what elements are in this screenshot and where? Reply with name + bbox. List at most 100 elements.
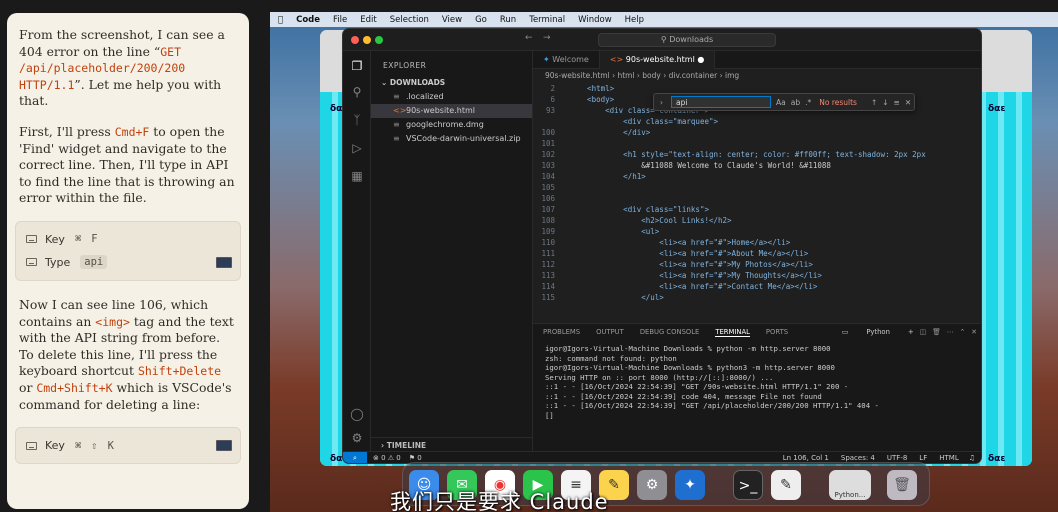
code-line[interactable]: 100 </div> [533,127,981,138]
code-line[interactable]: 104 </h1> [533,171,981,182]
screenshot-thumbnail-icon[interactable] [216,256,232,268]
code-lines[interactable]: 2 <html> 6 <body> 93 <div class="container… [533,83,981,303]
menu-terminal[interactable]: Terminal [529,15,565,25]
line-text: <html> [569,84,615,93]
line-text: &#11088 Welcome to Claude's World! &#110… [569,161,831,170]
textedit-icon[interactable]: ✎ [771,470,801,500]
terminal-icon: ▭ [841,328,849,336]
action-box-delete-line[interactable]: Key ⌘ ⇧ K [15,427,241,465]
close-icon[interactable]: ✕ [905,98,911,107]
file-googlechrome-dmg[interactable]: ≡ googlechrome.dmg [371,118,532,132]
arrow-up-icon[interactable]: ↑ [871,98,877,107]
account-icon[interactable]: ◯ [350,407,364,421]
close-icon[interactable]: ✕ [971,328,977,336]
source-control-icon[interactable]: ᛉ [350,113,364,127]
code-line[interactable]: 110 <li><a href="#">Home</a></li> [533,237,981,248]
panel-tab-terminal[interactable]: TERMINAL [715,328,750,337]
explorer-files-icon[interactable]: ❐ [350,59,364,73]
panel-tab-output[interactable]: OUTPUT [596,328,624,336]
language-status[interactable]: HTML [939,454,958,462]
problems-status[interactable]: ⊗ 0 ⚠ 0 [373,454,401,462]
menu-view[interactable]: View [442,15,462,25]
code-line[interactable]: 108 <h2>Cool Links!</h2> [533,215,981,226]
screenshot-thumbnail-icon[interactable] [216,440,232,452]
back-arrow-icon[interactable]: ← [525,33,533,43]
ports-status[interactable]: ⚑ 0 [409,454,422,462]
menu-app-name[interactable]: Code [296,15,320,25]
code-editor[interactable]: ✦ Welcome <> 90s-website.html ● 90s-webs… [533,51,981,321]
search-icon[interactable]: ⚲ [350,85,364,99]
terminal-output[interactable]: igor@Igors-Virtual-Machine Downloads % p… [533,340,981,424]
code-line[interactable]: 101 [533,138,981,149]
match-case-toggle[interactable]: Aa [776,98,786,107]
trash-icon[interactable]: 🗑 [932,328,941,336]
chevron-right-icon[interactable]: › [660,98,663,107]
file-localized[interactable]: ≡ .localized [371,90,532,104]
regex-toggle[interactable]: .* [805,98,811,107]
indent-status[interactable]: Spaces: 4 [841,454,875,462]
menu-run[interactable]: Run [500,15,516,25]
tab-90s-website[interactable]: <> 90s-website.html ● [599,51,716,69]
more-icon[interactable]: ⋯ [947,328,954,336]
code-line[interactable]: 112 <li><a href="#">My Photos</a></li> [533,259,981,270]
encoding-status[interactable]: UTF-8 [887,454,907,462]
panel-tab-ports[interactable]: PORTS [766,328,788,336]
code-line[interactable]: 109 <ul> [533,226,981,237]
menu-help[interactable]: Help [625,15,644,25]
menu-selection[interactable]: Selection [390,15,429,25]
terminal-line: igor@Igors-Virtual-Machine Downloads % p… [545,344,831,353]
keyboard-icon [26,235,37,244]
bell-icon[interactable]: ♫ [969,454,975,462]
assistant-message-3: Now I can see line 106, which contains a… [19,296,234,412]
code-line[interactable]: 114 <li><a href="#">Contact Me</a></li> [533,281,981,292]
minimize-window-button[interactable] [363,36,371,44]
python-window-thumbnail[interactable]: Python... [829,470,871,500]
code-line[interactable]: 106 [533,193,981,204]
arrow-down-icon[interactable]: ↓ [882,98,888,107]
breadcrumb[interactable]: 90s-website.html › html › body › div.con… [533,69,981,83]
apple-icon[interactable]:  [278,15,283,25]
menu-window[interactable]: Window [578,15,612,25]
folder-downloads[interactable]: ⌄ DOWNLOADS [371,76,532,90]
tab-welcome[interactable]: ✦ Welcome [533,51,600,69]
forward-arrow-icon[interactable]: → [543,33,551,43]
menu-edit[interactable]: Edit [360,15,376,25]
terminal-kind[interactable]: ▭ Python + [842,328,914,336]
selection-icon[interactable]: ≡ [894,98,900,107]
system-settings-icon[interactable]: ⚙ [637,470,667,500]
zoom-window-button[interactable] [375,36,383,44]
unsaved-dot-icon[interactable]: ● [697,55,704,64]
menu-go[interactable]: Go [475,15,487,25]
code-line[interactable]: 113 <li><a href="#">My Thoughts</a></li> [533,270,981,281]
find-input[interactable]: api [671,96,771,108]
code-line[interactable]: 111 <li><a href="#">About Me</a></li> [533,248,981,259]
run-debug-icon[interactable]: ▷ [350,141,364,155]
vscode-app-icon[interactable]: ✦ [675,470,705,500]
page-side-label-right: δαε [988,104,1006,114]
eol-status[interactable]: LF [919,454,927,462]
code-line[interactable]: 115 </ul> [533,292,981,303]
terminal-app-icon[interactable]: >_ [733,470,763,500]
whole-word-toggle[interactable]: ab [791,98,800,107]
code-line[interactable]: 105 [533,182,981,193]
split-terminal-icon[interactable]: ◫ [920,328,926,336]
extensions-icon[interactable]: ▦ [350,169,364,183]
command-center-search[interactable]: ⚲ Downloads [598,33,776,47]
remote-icon[interactable]: ⌕ [343,451,367,463]
menu-file[interactable]: File [333,15,347,25]
action-box-find[interactable]: Key ⌘ F Type api [15,220,241,281]
terminal-line: ::1 - - [16/Oct/2024 22:54:39] code 404,… [545,391,822,401]
file-vscode-zip[interactable]: ≡ VSCode-darwin-universal.zip [371,132,532,146]
cursor-position[interactable]: Ln 106, Col 1 [783,454,829,462]
code-line[interactable]: <div class="marquee"> [533,116,981,127]
trash-icon[interactable]: 🗑 [887,470,917,500]
panel-tab-debug-console[interactable]: DEBUG CONSOLE [640,328,700,336]
close-window-button[interactable] [351,36,359,44]
panel-tab-problems[interactable]: PROBLEMS [543,328,580,336]
code-line[interactable]: 107 <div class="links"> [533,204,981,215]
code-line[interactable]: 102 <h1 style="text-align: center; color… [533,149,981,160]
gear-icon[interactable]: ⚙ [350,431,364,445]
file-90s-website[interactable]: <> 90s-website.html [371,104,532,118]
chevron-up-icon[interactable]: ⌃ [960,328,966,336]
code-line[interactable]: 103 &#11088 Welcome to Claude's World! &… [533,160,981,171]
